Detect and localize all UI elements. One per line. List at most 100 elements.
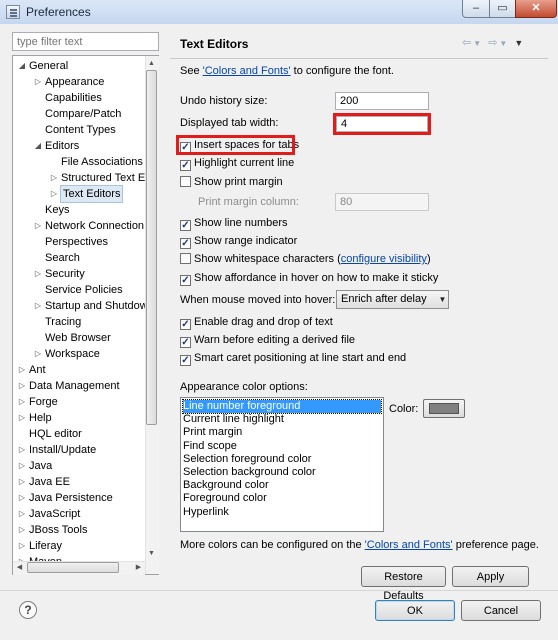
tree-item[interactable]: JavaScript — [29, 506, 80, 522]
tree-expand-icon[interactable]: ▷ — [17, 538, 27, 554]
smart-caret-checkbox[interactable]: ✓ Smart caret positioning at line start a… — [180, 351, 406, 366]
tree-item[interactable]: Startup and Shutdow — [45, 298, 148, 314]
tree-item[interactable]: Keys — [45, 202, 69, 218]
tree-item[interactable]: Structured Text E — [61, 170, 145, 186]
undo-history-input[interactable] — [335, 92, 429, 110]
tree-item[interactable]: Install/Update — [29, 442, 96, 458]
tree-expand-icon[interactable]: ▷ — [17, 442, 27, 458]
tree-item[interactable]: Ant — [29, 362, 46, 378]
color-option-item[interactable]: Foreground color — [183, 492, 267, 505]
tree-expand-icon[interactable]: ▷ — [17, 490, 27, 506]
tree-horizontal-scroll-thumb[interactable] — [27, 562, 119, 573]
show-affordance-checkbox[interactable]: ✓ Show affordance in hover on how to make… — [180, 271, 439, 286]
apply-button[interactable]: Apply — [452, 566, 529, 587]
tree-expand-icon[interactable]: ▷ — [33, 266, 43, 282]
tree-item[interactable]: Compare/Patch — [45, 106, 121, 122]
tree-expand-icon[interactable]: ▷ — [17, 378, 27, 394]
forward-menu-chevron-icon[interactable]: ▼ — [499, 39, 509, 48]
tree-item[interactable]: JBoss Tools — [29, 522, 88, 538]
tree-item[interactable]: Text Editors — [59, 185, 124, 203]
tree-item[interactable]: Search — [45, 250, 80, 266]
configure-visibility-link[interactable]: configure visibility — [341, 253, 427, 265]
preference-tree[interactable]: ◢ General ▷ Appearance Capabilities Compare/P… — [12, 55, 159, 575]
chevron-down-icon[interactable]: ▼ — [436, 290, 449, 309]
color-option-item[interactable]: Background color — [183, 479, 269, 492]
show-affordance-label: Show affordance in hover on how to make … — [194, 272, 439, 284]
color-option-item[interactable]: Selection foreground color — [183, 453, 311, 466]
tree-expand-icon[interactable]: ▷ — [17, 506, 27, 522]
colors-and-fonts-page-link[interactable]: 'Colors and Fonts' — [365, 539, 453, 551]
show-print-margin-checkbox[interactable]: Show print margin — [180, 175, 283, 189]
tree-item[interactable]: Content Types — [45, 122, 116, 138]
close-button[interactable]: ✕ — [515, 0, 557, 18]
color-option-item[interactable]: Find scope — [183, 440, 237, 453]
tree-item[interactable]: Java EE — [29, 474, 70, 490]
show-whitespace-checkbox[interactable]: Show whitespace characters (configure vi… — [180, 252, 431, 266]
warn-derived-checkbox[interactable]: ✓ Warn before editing a derived file — [180, 333, 355, 348]
tree-expand-icon[interactable]: ▷ — [49, 186, 59, 202]
back-arrow-icon[interactable]: ⇦ — [462, 37, 473, 49]
tree-item[interactable]: HQL editor — [29, 426, 82, 442]
tree-item[interactable]: Java Persistence — [29, 490, 113, 506]
tree-expand-icon[interactable]: ▷ — [33, 74, 43, 90]
tree-item[interactable]: Perspectives — [45, 234, 108, 250]
scroll-left-arrow-icon[interactable]: ◀ — [13, 561, 26, 574]
scroll-up-arrow-icon[interactable]: ▲ — [145, 57, 158, 70]
help-icon[interactable]: ? — [19, 601, 37, 619]
hover-mode-select[interactable]: Enrich after delay — [336, 290, 449, 309]
tree-item[interactable]: Editors — [45, 138, 79, 154]
tree-item[interactable]: Liferay — [29, 538, 62, 554]
tree-vertical-scroll-thumb[interactable] — [146, 70, 157, 425]
tree-item[interactable]: Java — [29, 458, 52, 474]
tree-expand-icon[interactable]: ▷ — [17, 410, 27, 426]
minimize-button[interactable]: ‒ — [462, 0, 490, 18]
highlight-current-line-checkbox[interactable]: ✓ Highlight current line — [180, 156, 294, 171]
color-option-item[interactable]: Hyperlink — [183, 506, 229, 519]
drag-drop-checkbox[interactable]: ✓ Enable drag and drop of text — [180, 315, 333, 330]
tree-item[interactable]: File Associations — [61, 154, 143, 170]
view-menu-icon[interactable]: ▼ — [514, 38, 525, 48]
colors-and-fonts-link[interactable]: 'Colors and Fonts' — [203, 65, 291, 77]
color-option-item[interactable]: Line number foreground — [182, 399, 382, 414]
back-menu-chevron-icon[interactable]: ▼ — [473, 39, 483, 48]
checkbox-empty-icon — [180, 253, 191, 264]
tree-item[interactable]: Workspace — [45, 346, 100, 362]
show-line-numbers-checkbox[interactable]: ✓ Show line numbers — [180, 216, 288, 231]
scroll-down-arrow-icon[interactable]: ▼ — [145, 547, 158, 560]
appearance-color-list[interactable]: Line number foreground Current line highl… — [180, 397, 384, 532]
color-option-item[interactable]: Selection background color — [183, 466, 316, 479]
tree-item[interactable]: Forge — [29, 394, 58, 410]
tree-collapse-icon[interactable]: ◢ — [17, 58, 27, 74]
tree-expand-icon[interactable]: ▷ — [17, 394, 27, 410]
filter-input[interactable] — [12, 32, 159, 51]
tree-expand-icon[interactable]: ▷ — [33, 346, 43, 362]
tree-expand-icon[interactable]: ▷ — [17, 522, 27, 538]
tree-expand-icon[interactable]: ▷ — [17, 474, 27, 490]
forward-arrow-icon[interactable]: ⇨ — [488, 37, 499, 49]
tree-item[interactable]: General — [29, 58, 68, 74]
color-option-item[interactable]: Print margin — [183, 426, 242, 439]
tree-item[interactable]: Help — [29, 410, 52, 426]
tree-item[interactable]: Web Browser — [45, 330, 111, 346]
tree-item[interactable]: Appearance — [45, 74, 104, 90]
tree-item[interactable]: Network Connection — [45, 218, 144, 234]
tree-expand-icon[interactable]: ▷ — [17, 458, 27, 474]
tree-item[interactable]: Tracing — [45, 314, 81, 330]
maximize-button[interactable]: ▭ — [489, 0, 516, 18]
scroll-right-arrow-icon[interactable]: ▶ — [132, 561, 145, 574]
cancel-button[interactable]: Cancel — [461, 600, 541, 621]
ok-button[interactable]: OK — [375, 600, 455, 621]
tree-item[interactable]: Data Management — [29, 378, 120, 394]
color-option-item[interactable]: Current line highlight — [183, 413, 284, 426]
tree-expand-icon[interactable]: ▷ — [17, 362, 27, 378]
tree-expand-icon[interactable]: ▷ — [33, 298, 43, 314]
tree-collapse-icon[interactable]: ◢ — [33, 138, 43, 154]
tree-item[interactable]: Capabilities — [45, 90, 102, 106]
tree-item[interactable]: Security — [45, 266, 85, 282]
tree-expand-icon[interactable]: ▷ — [49, 170, 59, 186]
show-range-indicator-checkbox[interactable]: ✓ Show range indicator — [180, 234, 297, 249]
restore-defaults-button[interactable]: Restore Defaults — [361, 566, 446, 602]
page-title: Text Editors — [180, 37, 249, 51]
tree-item[interactable]: Service Policies — [45, 282, 123, 298]
tree-expand-icon[interactable]: ▷ — [33, 218, 43, 234]
